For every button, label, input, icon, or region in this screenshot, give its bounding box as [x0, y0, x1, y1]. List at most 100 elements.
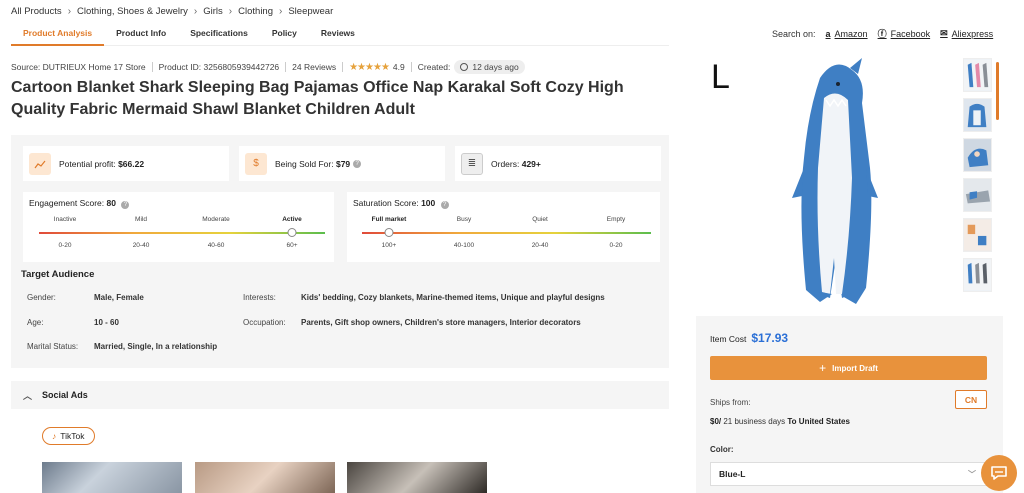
chevron-up-icon: ︿	[23, 390, 33, 401]
color-selected-value: Blue-L	[719, 469, 746, 479]
rating-value: 4.9	[392, 62, 405, 72]
chevron-right-icon: ›	[279, 6, 283, 17]
interests-value: Kids' bedding, Cozy blankets, Marine-the…	[301, 293, 605, 302]
saturation-level: Quiet	[532, 216, 548, 223]
orders-card: ≣ Orders: 429+	[455, 146, 661, 181]
tiktok-icon: ♪	[52, 431, 57, 441]
buy-panel: Item Cost $17.93 + Import Draft Ships fr…	[696, 316, 1003, 493]
saturation-range: 100+	[381, 242, 397, 249]
saturation-range: 0-20	[609, 242, 623, 249]
engagement-range: 0-20	[58, 242, 72, 249]
review-count[interactable]: 24 Reviews	[292, 62, 336, 72]
engagement-gradient-bar	[39, 232, 325, 234]
product-meta: Source: DUTRIEUX Home 17 Store Product I…	[11, 60, 525, 74]
breadcrumb-clothing[interactable]: Clothing	[238, 6, 273, 17]
sold-label: Being Sold For:	[275, 158, 334, 169]
social-ads-header[interactable]: ︿ Social Ads	[11, 381, 669, 409]
ships-from-label: Ships from:	[710, 398, 751, 407]
tab-specifications[interactable]: Specifications	[178, 24, 260, 46]
shipping-destination: To United States	[787, 417, 850, 426]
import-draft-button[interactable]: + Import Draft	[710, 356, 987, 380]
breadcrumb-clothing-shoes-jewelry[interactable]: Clothing, Shoes & Jewelry	[77, 6, 188, 17]
tiktok-filter-button[interactable]: ♪ TikTok	[42, 427, 95, 445]
color-label: Color:	[710, 445, 734, 454]
item-cost-value: $17.93	[751, 331, 789, 345]
orders-value: 429+	[521, 158, 541, 169]
color-select[interactable]: Blue-L ﹀	[710, 462, 987, 486]
chart-icon	[29, 152, 51, 175]
engagement-level-active: Active	[282, 216, 302, 223]
breadcrumb-sleepwear[interactable]: Sleepwear	[288, 6, 333, 17]
engagement-score-card: Engagement Score: 80 ? Inactive Mild Mod…	[23, 192, 334, 262]
search-on-label: Search on:	[772, 28, 816, 39]
social-ads-title: Social Ads	[42, 390, 88, 400]
tab-product-analysis[interactable]: Product Analysis	[11, 24, 105, 46]
saturation-title: Saturation Score: 100 ?	[353, 198, 449, 209]
sold-value: $79	[335, 158, 351, 169]
chevron-down-icon: ﹀	[968, 469, 976, 479]
engagement-indicator	[287, 228, 297, 237]
created-badge: 12 days ago	[454, 60, 525, 74]
shipping-days: 21 business days	[721, 417, 788, 426]
occupation-label: Occupation:	[243, 318, 286, 327]
search-on-links: Search on: a Amazon ⓕ Facebook ✉ Aliexpr…	[772, 27, 1003, 40]
created-value: 12 days ago	[472, 62, 519, 72]
engagement-value: 80	[106, 198, 116, 208]
chat-support-button[interactable]	[981, 455, 1017, 491]
product-thumbnail[interactable]	[963, 218, 992, 252]
engagement-level: Inactive	[53, 216, 77, 223]
chevron-right-icon: ›	[228, 6, 233, 17]
marital-status-label: Marital Status:	[27, 342, 79, 351]
thumbnail-scrollbar[interactable]	[996, 62, 999, 120]
product-main-image[interactable]	[790, 58, 880, 306]
ships-from-cn-option[interactable]: CN	[955, 390, 987, 409]
product-thumbnail[interactable]	[963, 178, 992, 212]
social-ad-video-thumbnail[interactable]	[195, 462, 335, 493]
saturation-level: Busy	[456, 216, 472, 223]
gender-value: Male, Female	[94, 293, 144, 302]
divider	[342, 62, 344, 72]
breadcrumb-girls[interactable]: Girls	[203, 6, 223, 17]
social-ad-video-thumbnail[interactable]	[42, 462, 182, 493]
tab-policy[interactable]: Policy	[260, 24, 309, 46]
product-id: Product ID: 3256805939442726	[158, 62, 280, 72]
gender-label: Gender:	[27, 293, 56, 302]
engagement-range: 40-60	[207, 242, 225, 249]
profit-value: $66.22	[118, 158, 145, 169]
saturation-score-card: Saturation Score: 100 ? Full market Busy…	[347, 192, 660, 262]
divider	[151, 62, 153, 72]
product-thumbnail[interactable]	[963, 138, 992, 172]
help-icon[interactable]: ?	[121, 201, 130, 209]
search-aliexpress-link[interactable]: ✉ Aliexpress	[940, 28, 993, 39]
aliexpress-icon: ✉	[940, 28, 948, 38]
search-amazon-link[interactable]: a Amazon	[826, 29, 868, 39]
import-draft-label: Import Draft	[832, 363, 878, 373]
saturation-label: Saturation Score:	[353, 198, 419, 208]
product-thumbnail[interactable]	[963, 258, 992, 292]
product-thumbnail[interactable]	[963, 98, 992, 132]
tiktok-label: TikTok	[60, 431, 85, 441]
search-facebook-link[interactable]: ⓕ Facebook	[878, 27, 931, 40]
chevron-right-icon: ›	[193, 6, 198, 17]
breadcrumb-all-products[interactable]: All Products	[11, 6, 62, 17]
saturation-gradient-bar	[362, 232, 651, 234]
tab-reviews[interactable]: Reviews	[309, 24, 367, 46]
marital-status-value: Married, Single, In a relationship	[94, 342, 218, 351]
help-icon[interactable]: ?	[353, 159, 362, 168]
source-store[interactable]: Source: DUTRIEUX Home 17 Store	[11, 62, 146, 72]
amazon-label: Amazon	[834, 28, 868, 39]
product-title: Cartoon Blanket Shark Sleeping Bag Pajam…	[11, 79, 624, 118]
target-audience-title: Target Audience	[21, 269, 95, 280]
shipping-cost: $0/	[710, 417, 722, 426]
engagement-range: 60+	[286, 242, 298, 249]
profit-label: Potential profit:	[59, 158, 116, 169]
social-ad-video-thumbnail[interactable]	[347, 462, 487, 493]
amazon-icon: a	[825, 28, 831, 39]
help-icon[interactable]: ?	[440, 201, 449, 209]
analysis-panel: Potential profit: $66.22 $ Being Sold Fo…	[11, 135, 669, 368]
item-cost-label: Item Cost	[710, 334, 747, 344]
product-thumbnail[interactable]	[963, 58, 992, 92]
tab-product-info[interactable]: Product Info	[104, 24, 178, 46]
engagement-level: Moderate	[202, 216, 230, 223]
tab-bar: Product Analysis Product Info Specificat…	[11, 24, 669, 46]
